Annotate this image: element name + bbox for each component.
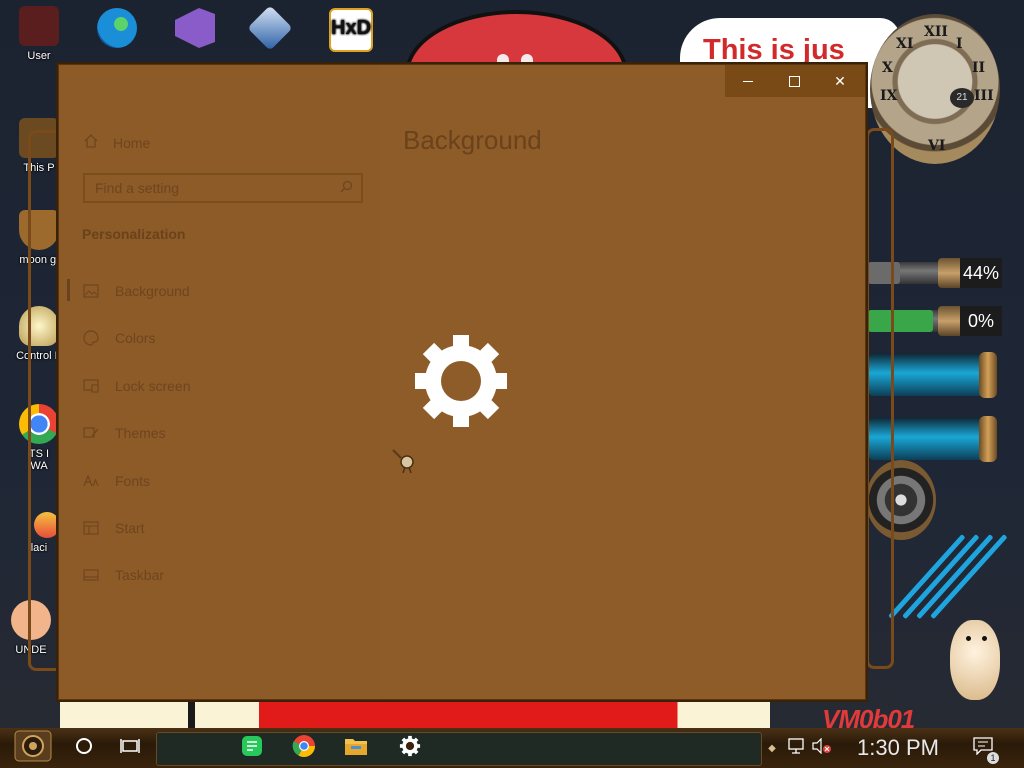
nav-item-taskbar[interactable]: Taskbar — [83, 567, 164, 583]
hamster-body — [950, 620, 1000, 700]
palette-icon — [83, 330, 99, 346]
desktop-icon-label: User — [27, 50, 51, 62]
minimize-icon — [743, 80, 753, 82]
nav-item-themes[interactable]: Themes — [83, 425, 166, 441]
settings-gear-icon — [413, 333, 509, 429]
right-gadget-frame — [866, 128, 894, 669]
maximize-icon — [788, 75, 800, 87]
picture-icon — [83, 283, 99, 299]
network-icon — [787, 737, 805, 759]
close-button[interactable]: ✕ — [817, 65, 863, 97]
taskbar-icon — [83, 567, 99, 583]
taskbar-app-chrome[interactable] — [288, 728, 320, 768]
nav-item-label: Colors — [115, 330, 156, 346]
page-title: Background — [403, 125, 542, 155]
cylinder-cap — [979, 416, 997, 462]
cpu-meter-value: 44% — [960, 258, 1002, 288]
home-icon — [83, 133, 99, 152]
hamster-eye — [966, 636, 971, 641]
close-icon: ✕ — [834, 72, 846, 89]
notification-count-badge: 1 — [987, 751, 999, 764]
brush-icon — [83, 425, 99, 441]
hxd-icon: HxD — [329, 8, 373, 52]
nav-item-label: Start — [115, 520, 145, 536]
blue-rods-decoration — [880, 515, 1008, 625]
nav-home-label: Home — [113, 134, 151, 151]
start-gear-icon — [14, 730, 52, 767]
folder-icon — [344, 736, 368, 761]
nav-item-label: Taskbar — [115, 567, 165, 583]
desktop-icon-visual-studio[interactable] — [160, 8, 230, 52]
maximize-button[interactable] — [771, 65, 817, 97]
nav-home[interactable]: Home — [83, 133, 150, 152]
nav-item-start[interactable]: Start — [83, 520, 145, 536]
clock-numeral: IX — [880, 88, 898, 104]
start-button[interactable] — [8, 728, 58, 768]
clock-numeral: VI — [928, 138, 946, 154]
clock-numeral: II — [972, 60, 986, 76]
task-view-button[interactable] — [112, 728, 148, 768]
taskbar-app-file-explorer[interactable] — [340, 728, 372, 768]
hamster-eye — [982, 636, 987, 641]
visual-studio-icon — [175, 8, 215, 48]
settings-window[interactable]: Home Find a setting Personalization Back… — [58, 64, 866, 700]
clock-numeral: XII — [924, 24, 948, 40]
taskbar-app-notes[interactable] — [236, 728, 268, 768]
busy-cursor-icon — [391, 448, 417, 474]
section-title: Personalization — [82, 226, 186, 242]
network-tray-button[interactable] — [784, 728, 808, 768]
chevron-up-icon: ◆ — [768, 742, 776, 754]
task-view-icon — [120, 737, 140, 760]
hamster-image — [944, 610, 1004, 705]
search-placeholder: Find a setting — [95, 180, 180, 196]
cortana-button[interactable] — [66, 728, 102, 768]
settings-gear-icon — [399, 735, 421, 762]
nav-item-lock-screen[interactable]: Lock screen — [83, 378, 190, 394]
show-hidden-icons-button[interactable]: ◆ — [764, 728, 780, 768]
speech-bubble-text: This is jus — [703, 34, 845, 66]
nav-item-background[interactable]: Background — [83, 283, 190, 299]
virtualbox-icon — [247, 5, 293, 51]
notification-icon: 1 — [973, 736, 999, 764]
edge-icon — [97, 8, 137, 48]
chrome-icon — [292, 734, 316, 763]
nav-item-fonts[interactable]: Fonts — [83, 473, 150, 489]
settings-main-pane: Background — [379, 65, 865, 699]
taskbar-clock[interactable]: 1:30 PM — [848, 728, 948, 768]
memory-meter-value: 0% — [960, 306, 1002, 336]
nav-item-label: Background — [115, 283, 190, 299]
desktop-icon-hxd[interactable]: HxD — [316, 8, 386, 56]
action-center-button[interactable]: 1 — [968, 728, 999, 768]
user-folder-icon — [19, 6, 59, 46]
notes-icon — [241, 735, 263, 762]
clock-numeral: III — [974, 88, 994, 104]
volume-muted-icon — [812, 737, 832, 759]
start-icon — [83, 520, 99, 536]
cylinder-cap — [979, 352, 997, 398]
wallpaper-bottom-strip — [60, 700, 770, 728]
font-icon — [83, 473, 99, 489]
settings-search-input[interactable]: Find a setting — [83, 173, 363, 203]
nav-active-indicator — [67, 279, 70, 301]
clock-numeral: I — [956, 36, 963, 52]
desktop-icon-edge[interactable] — [82, 8, 152, 52]
desktop-icon-user[interactable]: User — [4, 6, 74, 62]
lock-screen-icon — [83, 378, 99, 394]
clock-date: 21 — [950, 88, 974, 108]
nav-item-colors[interactable]: Colors — [83, 330, 155, 346]
cortana-circle-icon — [75, 737, 93, 760]
taskbar-app-settings[interactable] — [394, 728, 426, 768]
settings-sidebar: Home Find a setting Personalization Back… — [59, 65, 379, 699]
clock-numeral: XI — [896, 36, 914, 52]
nav-item-label: Fonts — [115, 473, 151, 489]
minimize-button[interactable] — [725, 65, 771, 97]
watermark-text: VM0b01 — [822, 704, 915, 728]
volume-tray-button[interactable] — [810, 728, 834, 768]
clock-numeral: X — [882, 60, 893, 76]
desktop-icon-virtualbox[interactable] — [235, 5, 305, 52]
search-icon — [340, 180, 353, 196]
nav-item-label: Lock screen — [115, 378, 191, 394]
window-controls: ✕ — [725, 65, 865, 97]
nav-item-label: Themes — [115, 425, 166, 441]
